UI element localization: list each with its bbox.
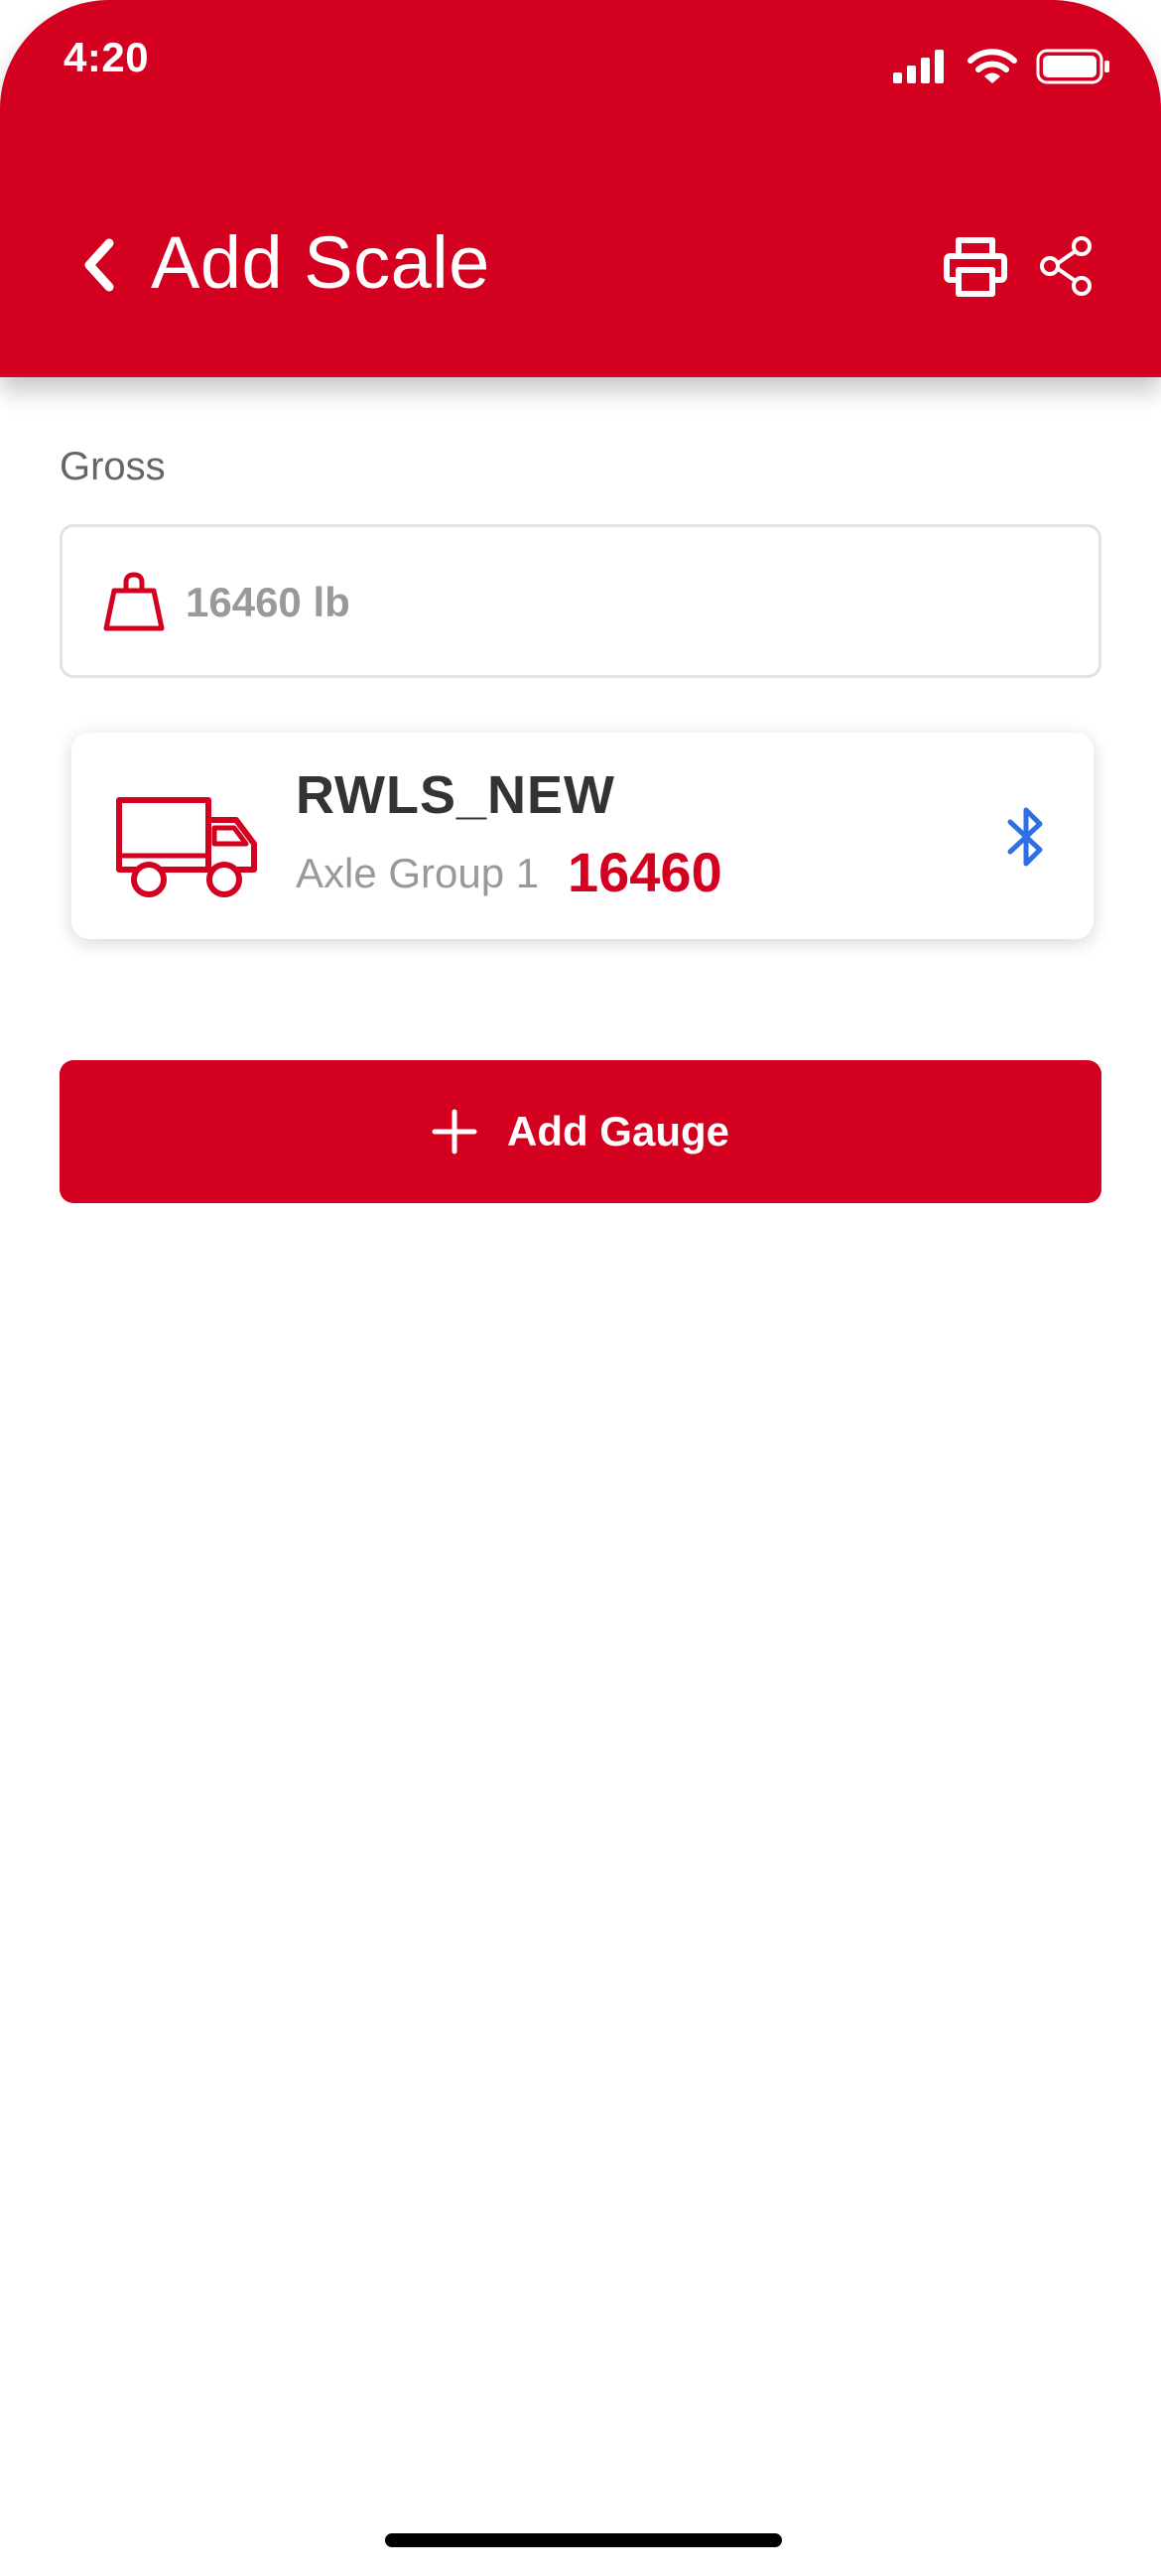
battery-icon (1036, 49, 1109, 84)
chevron-left-icon (84, 238, 114, 292)
plus-icon (432, 1109, 477, 1154)
gross-weight-field[interactable]: 16460 lb (60, 524, 1101, 678)
scale-name: RWLS_NEW (296, 765, 616, 825)
gross-value: 16460 lb (186, 579, 350, 625)
weight-icon (103, 572, 165, 631)
print-button[interactable] (943, 234, 1008, 298)
back-button[interactable] (69, 230, 129, 300)
truck-icon (116, 797, 257, 897)
add-gauge-label: Add Gauge (506, 1108, 729, 1154)
signal-icon (893, 50, 944, 83)
share-icon (1040, 236, 1092, 296)
app-header: 4:20 Add Scale (0, 0, 1161, 377)
wifi-icon (968, 49, 1017, 83)
share-button[interactable] (1038, 234, 1094, 298)
bluetooth-icon[interactable] (998, 802, 1054, 872)
home-indicator[interactable] (385, 2533, 782, 2547)
add-scale-screen: 4:20 Add Scale Gross 16460 lb RWLS_NEW A… (0, 0, 1161, 2576)
axle-group-value: 16460 (568, 841, 722, 903)
gross-label: Gross (60, 445, 166, 488)
status-icons (891, 48, 1111, 85)
axle-group-label: Axle Group 1 (296, 850, 540, 896)
page-title: Add Scale (151, 221, 490, 304)
status-time: 4:20 (64, 34, 150, 80)
print-icon (944, 237, 1007, 297)
add-gauge-button[interactable]: Add Gauge (60, 1060, 1101, 1203)
scale-card[interactable]: RWLS_NEW Axle Group 1 16460 (71, 733, 1094, 939)
